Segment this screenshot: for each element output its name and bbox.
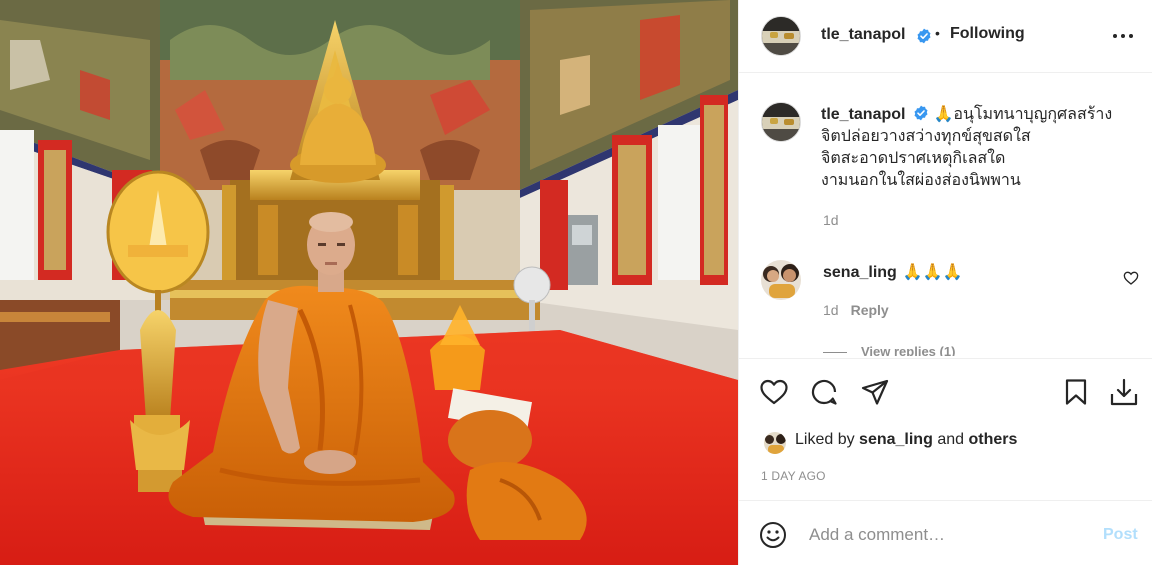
post-timestamp[interactable]: 1 DAY AGO <box>761 469 826 483</box>
view-replies-line <box>823 352 847 354</box>
post-actions: Liked by sena_ling and others 1 DAY AGO <box>739 358 1152 500</box>
liked-by-user[interactable]: sena_ling <box>859 431 933 448</box>
commenter-username[interactable]: sena_ling <box>823 264 897 281</box>
caption-line: งามนอกในใสผ่องส่องนิพพาน <box>821 172 1021 189</box>
liked-by-others[interactable]: others <box>968 431 1017 448</box>
temple-photo <box>0 0 738 565</box>
bookmark-icon[interactable] <box>1061 377 1091 407</box>
more-options-icon[interactable] <box>1111 27 1135 45</box>
emoji-icon[interactable] <box>759 521 787 549</box>
comment-text: 🙏🙏🙏 <box>902 264 963 281</box>
add-comment-bar: Post <box>739 500 1152 565</box>
author-avatar[interactable] <box>761 16 801 56</box>
download-icon[interactable] <box>1109 377 1139 407</box>
liker-avatar[interactable] <box>763 431 787 455</box>
heart-icon[interactable] <box>759 377 789 407</box>
share-icon[interactable] <box>860 377 890 407</box>
comment-timestamp[interactable]: 1d <box>823 302 839 318</box>
caption-line: 🙏อนุโมทนาบุญกุศลสร้าง <box>933 106 1113 123</box>
verified-badge-icon <box>914 105 928 121</box>
liked-by-prefix: Liked by <box>795 431 855 448</box>
comment-like-heart-icon[interactable] <box>1123 270 1139 286</box>
commenter-avatar[interactable] <box>761 260 801 300</box>
caption-line: จิตสะอาดปราศเหตุกิเลสใด <box>821 150 1006 167</box>
comment: sena_ling 🙏🙏🙏 <box>823 262 963 282</box>
post-side-panel: tle_tanapol • Following tle_tanapol 🙏อนุ… <box>738 0 1152 565</box>
post-header: tle_tanapol • Following <box>739 0 1152 73</box>
caption-line: จิตปล่อยวางสว่างทุกข์สุขสดใส <box>821 128 1031 145</box>
reply-button[interactable]: Reply <box>851 302 889 318</box>
add-comment-input[interactable] <box>809 524 1089 546</box>
comment-meta: 1d Reply <box>823 302 889 318</box>
post-image[interactable] <box>0 0 738 565</box>
liked-by-connector: and <box>937 431 965 448</box>
author-username[interactable]: tle_tanapol <box>821 26 905 44</box>
liked-by-text: Liked by sena_ling and others <box>795 431 1017 449</box>
post-caption: tle_tanapol 🙏อนุโมทนาบุญกุศลสร้าง จิตปล่… <box>821 104 1141 192</box>
comment-icon[interactable] <box>809 377 839 407</box>
view-replies-button[interactable]: View replies (1) <box>823 344 955 356</box>
caption-avatar[interactable] <box>761 102 801 142</box>
following-button[interactable]: Following <box>950 25 1025 43</box>
caption-username[interactable]: tle_tanapol <box>821 106 905 123</box>
follow-separator: • <box>935 25 940 41</box>
comments-section[interactable]: tle_tanapol 🙏อนุโมทนาบุญกุศลสร้าง จิตปล่… <box>739 74 1152 356</box>
caption-timestamp[interactable]: 1d <box>823 212 839 228</box>
post-comment-button[interactable]: Post <box>1103 526 1138 544</box>
verified-badge-icon <box>917 28 931 44</box>
view-replies-label: View replies (1) <box>861 344 956 356</box>
